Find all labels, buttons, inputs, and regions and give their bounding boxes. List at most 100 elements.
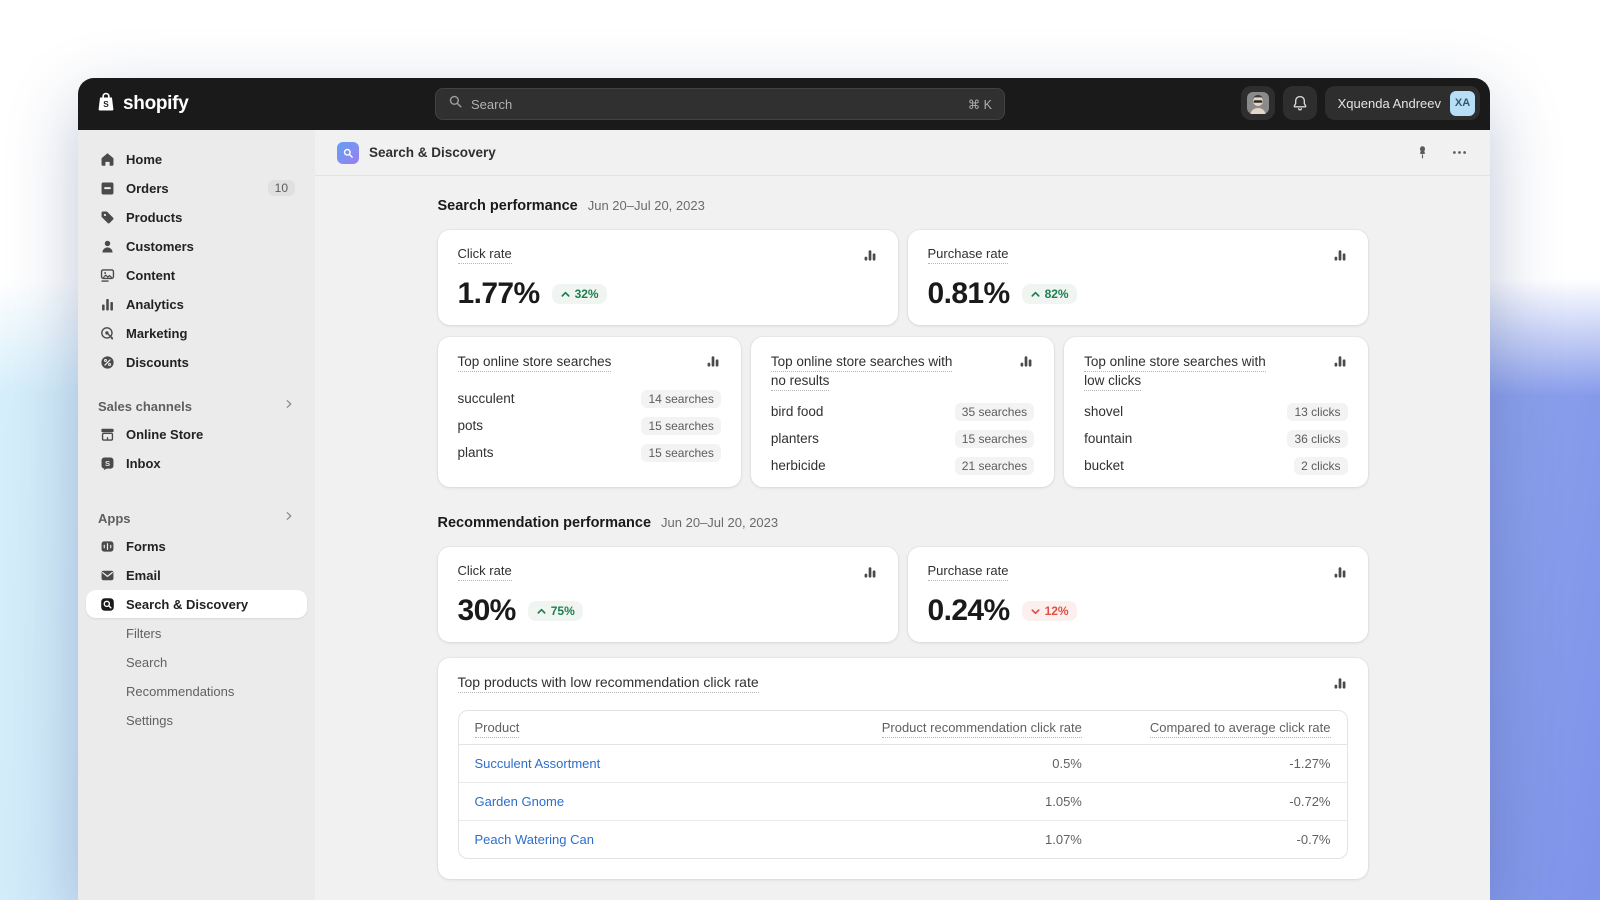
purchase-rate-card: Purchase rate 0.81% 82% — [908, 230, 1368, 325]
search-term-row: shovel 13 clicks — [1084, 398, 1347, 425]
count-badge: 13 clicks — [1287, 403, 1347, 421]
sidebar-item-inbox[interactable]: S Inbox — [86, 449, 307, 477]
sidebar-subitem-search[interactable]: Search — [86, 648, 307, 676]
sidebar-section-sales-channels[interactable]: Sales channels — [86, 394, 307, 418]
more-options-button[interactable] — [1451, 144, 1468, 161]
column-header-compared[interactable]: Compared to average click rate — [1098, 711, 1347, 745]
metric-label[interactable]: Click rate — [458, 563, 512, 581]
sidebar-subitem-filters[interactable]: Filters — [86, 619, 307, 647]
recommendation-performance-header: Recommendation performance Jun 20–Jul 20… — [438, 515, 1368, 531]
bell-icon — [1291, 94, 1309, 112]
count-badge: 21 searches — [955, 457, 1034, 475]
compared-value: -1.27% — [1098, 745, 1347, 783]
shopify-wordmark: shopify — [123, 93, 188, 115]
sidebar-subitem-settings[interactable]: Settings — [86, 706, 307, 734]
pin-button[interactable] — [1414, 144, 1431, 161]
trend-down-badge: 12% — [1022, 601, 1077, 621]
orders-icon — [98, 179, 116, 197]
sidebar-item-home[interactable]: Home — [86, 145, 307, 173]
content-icon — [98, 266, 116, 284]
metric-value: 0.24% — [928, 594, 1010, 628]
card-title[interactable]: Top online store searches with low click… — [1084, 354, 1266, 391]
sidebar-item-search-discovery[interactable]: Search & Discovery — [86, 590, 307, 618]
caret-up-icon — [560, 289, 571, 300]
sidebar-item-orders[interactable]: Orders 10 — [86, 174, 307, 202]
search-icon — [448, 94, 463, 114]
metric-label[interactable]: Purchase rate — [928, 563, 1009, 581]
discounts-icon — [98, 353, 116, 371]
topbar-actions: Xquenda Andreev XA — [1241, 86, 1480, 120]
search-term-row: fountain 36 clicks — [1084, 425, 1347, 452]
bar-chart-icon[interactable] — [862, 564, 878, 585]
product-link[interactable]: Peach Watering Can — [475, 832, 594, 847]
sidebar-item-discounts[interactable]: Discounts — [86, 348, 307, 376]
date-range: Jun 20–Jul 20, 2023 — [588, 198, 705, 213]
products-icon — [98, 208, 116, 226]
sidebar-item-analytics[interactable]: Analytics — [86, 290, 307, 318]
global-search[interactable]: ⌘ K — [435, 88, 1005, 120]
metric-label[interactable]: Purchase rate — [928, 246, 1009, 264]
product-link[interactable]: Garden Gnome — [475, 794, 565, 809]
bar-chart-icon[interactable] — [1332, 675, 1348, 696]
sidebar-item-products[interactable]: Products — [86, 203, 307, 231]
search-term-row: bird food 35 searches — [771, 398, 1034, 425]
bar-chart-icon[interactable] — [1332, 353, 1348, 374]
notifications-button[interactable] — [1283, 86, 1317, 120]
count-badge: 15 searches — [955, 430, 1034, 448]
metric-value: 1.77% — [458, 277, 540, 311]
sidebar-item-online-store[interactable]: Online Store — [86, 420, 307, 448]
bar-chart-icon[interactable] — [1332, 564, 1348, 585]
bar-chart-icon[interactable] — [705, 353, 721, 374]
sidebar-item-customers[interactable]: Customers — [86, 232, 307, 260]
count-badge: 36 clicks — [1287, 430, 1347, 448]
forms-icon — [98, 537, 116, 555]
svg-text:S: S — [104, 459, 109, 468]
chevron-right-icon — [283, 509, 295, 527]
column-header-product[interactable]: Product — [459, 711, 761, 745]
metric-label[interactable]: Click rate — [458, 246, 512, 264]
user-avatar: XA — [1450, 91, 1475, 116]
column-header-click-rate[interactable]: Product recommendation click rate — [760, 711, 1097, 745]
sidebar-item-marketing[interactable]: Marketing — [86, 319, 307, 347]
sidebar-item-forms[interactable]: Forms — [86, 532, 307, 560]
shopify-bag-icon: S — [95, 91, 117, 118]
sidebar-item-email[interactable]: Email — [86, 561, 307, 589]
products-table: Product Product recommendation click rat… — [458, 710, 1348, 859]
trend-up-badge: 32% — [552, 284, 607, 304]
storefront-icon — [98, 425, 116, 443]
click-rate-value: 1.07% — [760, 821, 1097, 859]
orders-count-badge: 10 — [268, 180, 295, 196]
analytics-icon — [98, 295, 116, 313]
search-input[interactable] — [471, 97, 960, 112]
rec-click-rate-card: Click rate 30% 75% — [438, 547, 898, 642]
bar-chart-icon[interactable] — [1332, 247, 1348, 268]
sidebar-item-content[interactable]: Content — [86, 261, 307, 289]
email-icon — [98, 566, 116, 584]
shopify-logo[interactable]: S shopify — [95, 78, 188, 130]
bar-chart-icon[interactable] — [1018, 353, 1034, 374]
date-range: Jun 20–Jul 20, 2023 — [661, 515, 778, 530]
search-term-row: herbicide 21 searches — [771, 452, 1034, 479]
product-link[interactable]: Succulent Assortment — [475, 756, 601, 771]
count-badge: 35 searches — [955, 403, 1034, 421]
card-title[interactable]: Top online store searches — [458, 354, 612, 372]
store-avatar-button[interactable] — [1241, 86, 1275, 120]
user-name: Xquenda Andreev — [1338, 96, 1441, 111]
search-discovery-app-icon — [98, 595, 116, 613]
search-term-row: succulent 14 searches — [458, 385, 721, 412]
svg-text:S: S — [103, 100, 109, 109]
user-menu-button[interactable]: Xquenda Andreev XA — [1325, 86, 1480, 120]
compared-value: -0.7% — [1098, 821, 1347, 859]
card-title[interactable]: Top products with low recommendation cli… — [458, 674, 759, 693]
section-title: Recommendation performance — [438, 515, 652, 531]
customers-icon — [98, 237, 116, 255]
count-badge: 2 clicks — [1294, 457, 1347, 475]
trend-up-badge: 75% — [528, 601, 583, 621]
count-badge: 14 searches — [641, 390, 720, 408]
sidebar-subitem-recommendations[interactable]: Recommendations — [86, 677, 307, 705]
rec-purchase-rate-card: Purchase rate 0.24% 12% — [908, 547, 1368, 642]
top-bar: S shopify ⌘ K — [78, 78, 1490, 130]
bar-chart-icon[interactable] — [862, 247, 878, 268]
sidebar-section-apps[interactable]: Apps — [86, 506, 307, 530]
card-title[interactable]: Top online store searches with no result… — [771, 354, 953, 391]
